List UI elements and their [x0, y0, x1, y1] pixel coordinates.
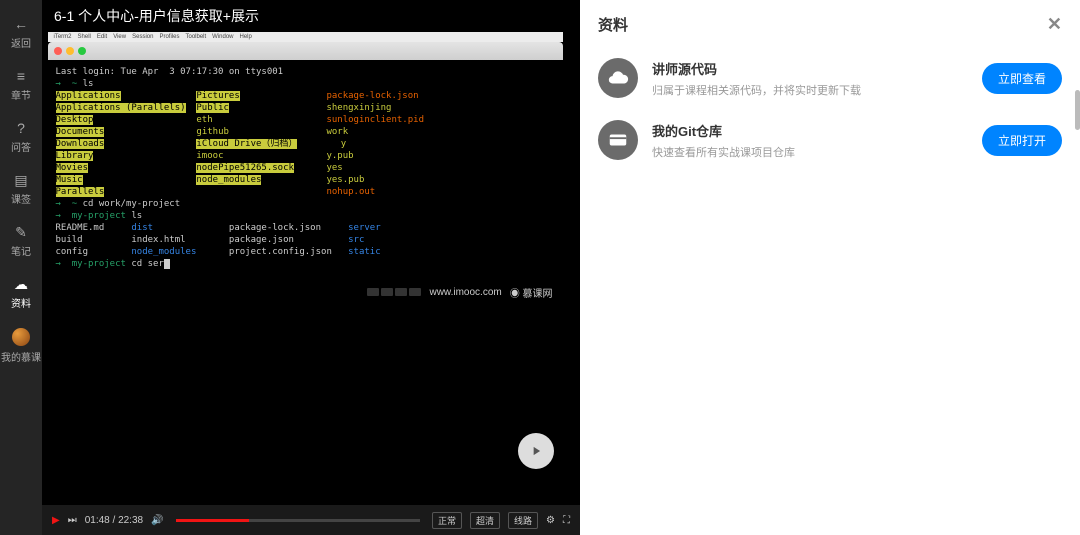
play-control-button[interactable]: ▶ [52, 515, 60, 526]
speed-button[interactable]: 正常 [432, 512, 462, 529]
resource-item: 我的Git仓库 快速查看所有实战课项目仓库 立即打开 [598, 120, 1062, 160]
panel-title: 资料 [598, 14, 628, 35]
panel-body: 讲师源代码 归属于课程相关源代码，并将实时更新下载 立即查看 我的Git仓库 快… [580, 48, 1080, 170]
watermark-url: www.imooc.com [429, 287, 501, 298]
terminal-menubar: iTerm2ShellEditViewSessionProfilesToolbe… [48, 32, 563, 42]
fullscreen-button[interactable]: ⛶ [563, 515, 570, 526]
progress-bar[interactable] [176, 519, 420, 522]
resource-desc: 归属于课程相关源代码，并将实时更新下载 [652, 82, 968, 98]
video-title: 6-1 个人中心-用户信息获取+展示 [42, 0, 580, 32]
back-button[interactable]: ← 返回 [11, 14, 31, 52]
terminal-body: Last login: Tue Apr 3 07:17:30 on ttys00… [48, 60, 563, 280]
resources-panel: 资料 ✕ 讲师源代码 归属于课程相关源代码，并将实时更新下载 立即查看 我的Gi… [580, 0, 1080, 535]
resource-desc: 快速查看所有实战课项目仓库 [652, 144, 968, 160]
resources-tab[interactable]: ☁ 资料 [11, 274, 31, 312]
next-button[interactable]: ⏭ [68, 515, 77, 526]
pencil-icon: ✎ [13, 224, 29, 240]
bookmark-tab[interactable]: ▤ 课签 [11, 170, 31, 208]
play-button[interactable] [518, 433, 554, 469]
chapters-tab[interactable]: ≡ 章节 [11, 66, 31, 104]
arrow-left-icon: ← [13, 16, 29, 32]
resource-action-button[interactable]: 立即查看 [982, 63, 1062, 94]
question-icon: ? [13, 120, 29, 136]
route-button[interactable]: 线路 [508, 512, 538, 529]
time-display: 01:48 / 22:38 [85, 515, 143, 526]
left-sidebar: ← 返回 ≡ 章节 ? 问答 ▤ 课签 ✎ 笔记 ☁ 资料 我的慕课 [0, 0, 42, 535]
qa-tab[interactable]: ? 问答 [11, 118, 31, 156]
terminal-screenshot: iTerm2ShellEditViewSessionProfilesToolbe… [48, 32, 563, 304]
notes-tab[interactable]: ✎ 笔记 [11, 222, 31, 260]
terminal-footer: www.imooc.com ◉ 慕课网 [48, 280, 563, 304]
resource-title: 讲师源代码 [652, 59, 968, 78]
resource-item: 讲师源代码 归属于课程相关源代码，并将实时更新下载 立即查看 [598, 58, 1062, 98]
video-player[interactable]: iTerm2ShellEditViewSessionProfilesToolbe… [42, 32, 580, 505]
terminal-titlebar [48, 42, 563, 60]
watermark-brand: ◉ 慕课网 [510, 285, 553, 300]
settings-button[interactable]: ⚙ [546, 515, 555, 526]
avatar-icon [12, 328, 30, 346]
resource-title: 我的Git仓库 [652, 121, 968, 140]
panel-close-button[interactable]: ✕ [1047, 14, 1062, 35]
cloud-icon [598, 58, 638, 98]
cloud-download-icon: ☁ [13, 276, 29, 292]
keyboard-icon [367, 288, 421, 296]
card-icon [598, 120, 638, 160]
my-courses-tab[interactable]: 我的慕课 [1, 326, 41, 366]
scrollbar-thumb[interactable] [1075, 90, 1080, 130]
panel-header: 资料 ✕ [580, 0, 1080, 48]
play-icon [529, 444, 543, 458]
resource-action-button[interactable]: 立即打开 [982, 125, 1062, 156]
video-controls: ▶ ⏭ 01:48 / 22:38 🔊 正常 超清 线路 ⚙ ⛶ [42, 505, 580, 535]
quality-button[interactable]: 超清 [470, 512, 500, 529]
main-area: 6-1 个人中心-用户信息获取+展示 iTerm2ShellEditViewSe… [42, 0, 580, 535]
bookmark-icon: ▤ [13, 172, 29, 188]
volume-button[interactable]: 🔊 [151, 515, 163, 526]
list-icon: ≡ [13, 68, 29, 84]
